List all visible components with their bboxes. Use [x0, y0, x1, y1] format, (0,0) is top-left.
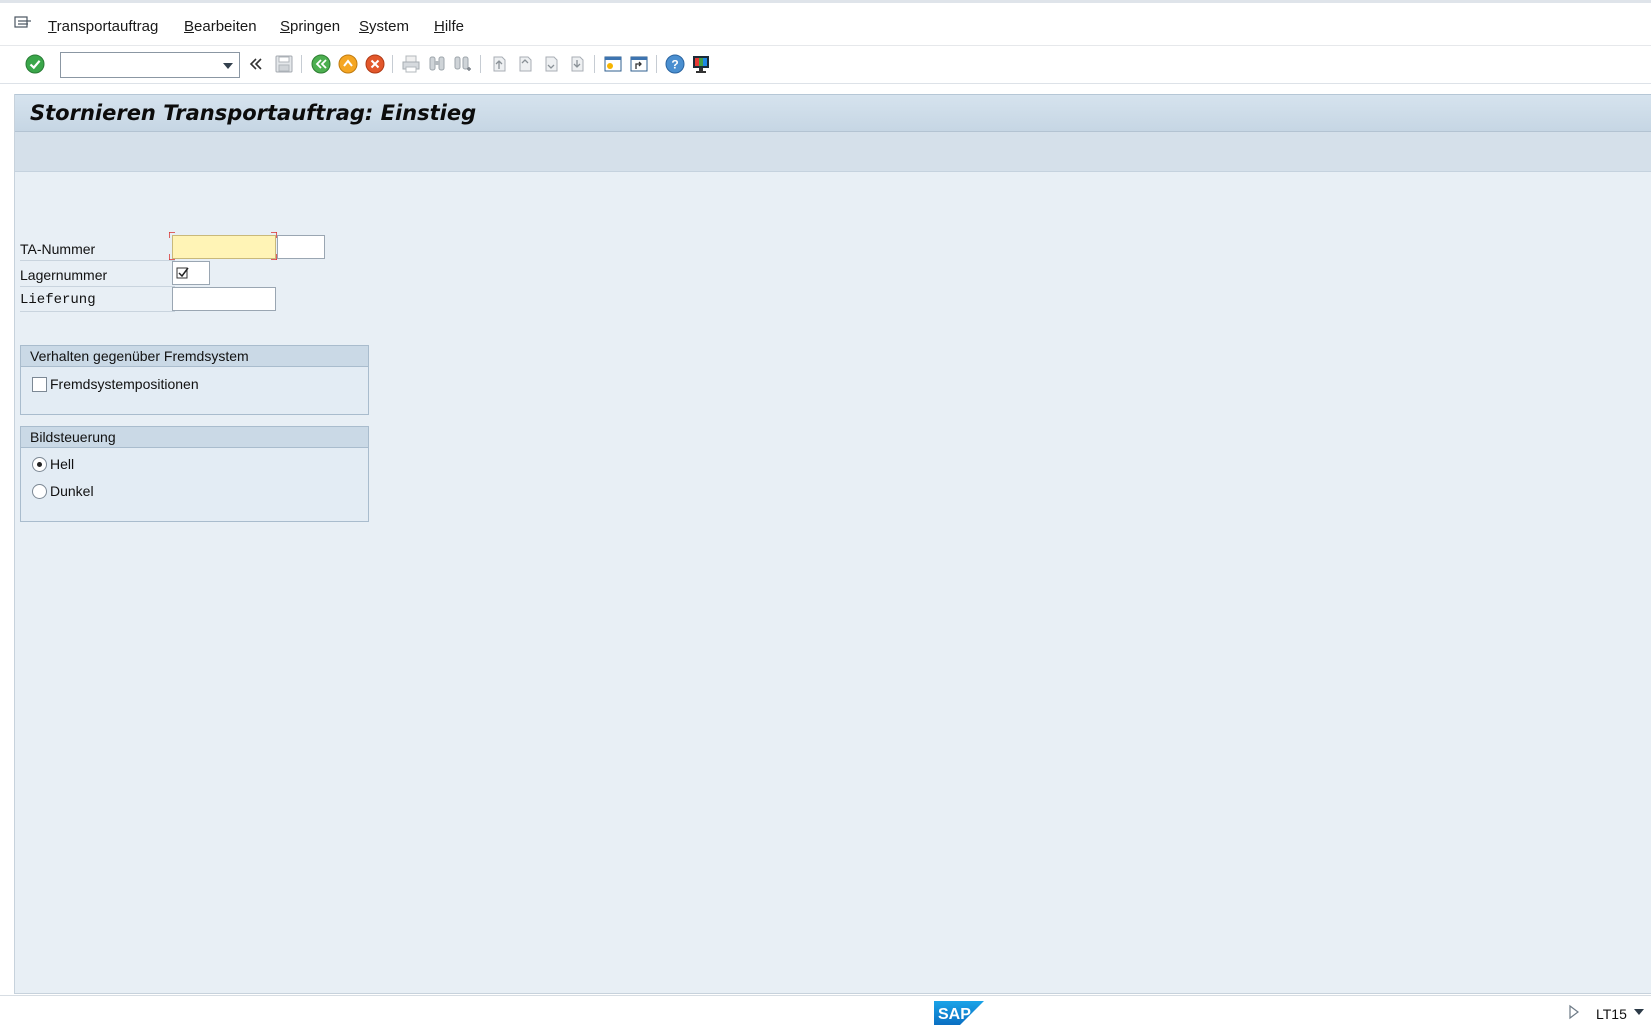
create-session-icon[interactable]	[602, 53, 624, 75]
dunkel-option[interactable]: Dunkel	[32, 483, 94, 499]
command-input[interactable]	[61, 53, 211, 77]
page-title: Stornieren Transportauftrag: Einstieg	[30, 101, 477, 125]
fremdsystempositionen-option[interactable]: Fremdsystempositionen	[32, 376, 199, 392]
lagernummer-field[interactable]	[172, 261, 210, 285]
label-divider	[20, 286, 175, 287]
sap-logo: SAP	[934, 1001, 984, 1025]
enter-icon[interactable]	[24, 53, 46, 75]
bildsteuerung-group: Bildsteuerung Hell Dunkel	[20, 426, 369, 522]
menu-hilfe[interactable]: Hilfe	[434, 18, 464, 35]
hell-option[interactable]: Hell	[32, 456, 74, 472]
screen-area: Stornieren Transportauftrag: Einstieg TA…	[14, 94, 1651, 994]
status-expand-icon[interactable]	[1568, 1004, 1580, 1020]
title-bar: Stornieren Transportauftrag: Einstieg	[15, 94, 1651, 132]
fremdsystempositionen-checkbox[interactable]	[32, 376, 47, 392]
lieferung-label: Lieferung	[20, 292, 96, 308]
print-icon[interactable]	[400, 53, 422, 75]
checkbox-check-icon	[176, 267, 189, 279]
lieferung-field[interactable]	[172, 287, 276, 311]
required-marker	[169, 254, 175, 260]
help-icon[interactable]: ?	[664, 53, 686, 75]
status-bar: SAP LT15	[0, 995, 1651, 1029]
menu-transportauftrag[interactable]: Transportauftrag	[48, 18, 158, 35]
back-icon[interactable]	[310, 53, 332, 75]
system-id: LT15	[1596, 1006, 1627, 1022]
application-toolbar	[15, 132, 1651, 172]
command-field[interactable]	[60, 52, 240, 78]
double-chevron-left-icon[interactable]	[245, 53, 267, 75]
cancel-icon[interactable]	[364, 53, 386, 75]
chevron-down-icon[interactable]	[223, 63, 233, 69]
next-page-icon[interactable]	[540, 53, 562, 75]
ta-nummer-input[interactable]	[173, 236, 275, 258]
save-icon[interactable]	[273, 53, 295, 75]
standard-toolbar: ?	[0, 46, 1651, 84]
ta-nummer-input-2[interactable]	[278, 236, 324, 258]
hell-label: Hell	[50, 456, 75, 472]
toolbar-separator	[301, 55, 302, 73]
fremdsystem-group-title: Verhalten gegenüber Fremdsystem	[21, 346, 368, 367]
label-divider	[20, 260, 175, 261]
bildsteuerung-group-title: Bildsteuerung	[21, 427, 368, 448]
menu-bar: Transportauftrag Bearbeiten Springen Sys…	[0, 0, 1651, 46]
svg-text:?: ?	[671, 58, 678, 72]
lieferung-input[interactable]	[173, 288, 275, 310]
toolbar-separator	[480, 55, 481, 73]
toolbar-separator	[392, 55, 393, 73]
toolbar-separator	[656, 55, 657, 73]
create-shortcut-icon[interactable]	[628, 53, 650, 75]
find-next-icon[interactable]	[452, 53, 474, 75]
dunkel-label: Dunkel	[50, 483, 94, 499]
ta-nummer-field[interactable]	[172, 235, 276, 259]
chevron-down-icon[interactable]	[1634, 1009, 1644, 1015]
customize-layout-icon[interactable]	[690, 53, 712, 75]
dunkel-radio[interactable]	[32, 483, 47, 499]
menu-springen[interactable]: Springen	[280, 18, 340, 35]
label-divider	[20, 311, 175, 312]
fremdsystempositionen-label: Fremdsystempositionen	[50, 376, 199, 392]
previous-page-icon[interactable]	[514, 53, 536, 75]
menu-system[interactable]: System	[359, 18, 409, 35]
find-icon[interactable]	[426, 53, 448, 75]
menu-bearbeiten[interactable]: Bearbeiten	[184, 18, 257, 35]
svg-text:SAP: SAP	[938, 1006, 971, 1023]
ta-nummer-field-2[interactable]	[277, 235, 325, 259]
first-page-icon[interactable]	[488, 53, 510, 75]
ta-nummer-label: TA-Nummer	[20, 241, 96, 257]
exit-icon[interactable]	[337, 53, 359, 75]
required-marker	[169, 232, 175, 238]
menu-icon[interactable]	[14, 16, 32, 30]
last-page-icon[interactable]	[566, 53, 588, 75]
hell-radio[interactable]	[32, 456, 47, 472]
fremdsystem-group: Verhalten gegenüber Fremdsystem Fremdsys…	[20, 345, 369, 415]
lagernummer-label: Lagernummer	[20, 267, 108, 283]
toolbar-separator	[594, 55, 595, 73]
